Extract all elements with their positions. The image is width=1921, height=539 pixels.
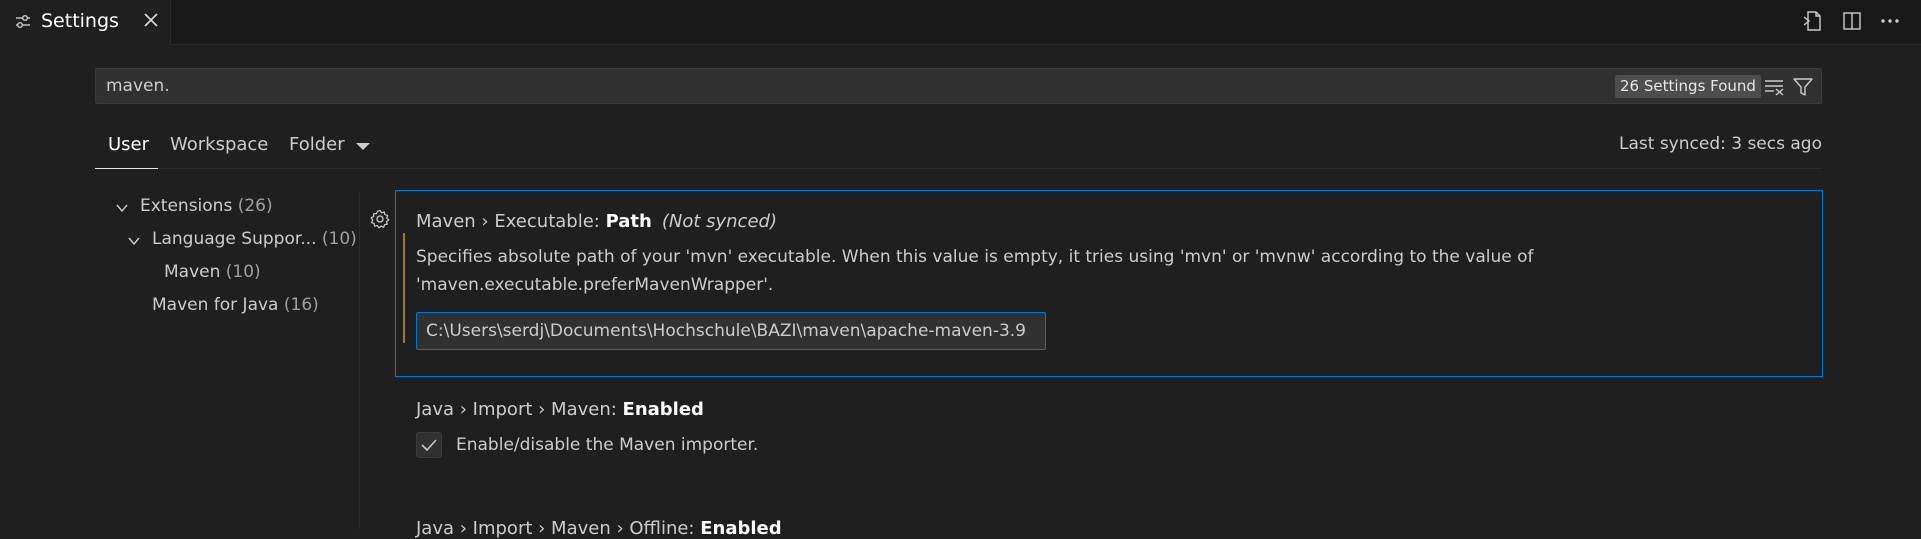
setting-category: Java › Import › Maven: xyxy=(416,399,623,420)
setting-title: Java › Import › Maven: Enabled xyxy=(416,399,704,420)
toc-item-maven-for-java[interactable]: Maven for Java (16) xyxy=(152,295,319,315)
setting-description: Specifies absolute path of your 'mvn' ex… xyxy=(416,243,1796,299)
tab-folder[interactable]: Folder xyxy=(289,134,345,155)
toc-label: Maven xyxy=(164,262,221,282)
setting-name: Path xyxy=(605,211,652,232)
toc-divider xyxy=(359,192,360,529)
tab-user[interactable]: User xyxy=(108,134,149,155)
filter-icon[interactable] xyxy=(1792,76,1814,98)
toc-label: Maven for Java xyxy=(152,295,279,315)
tab-title: Settings xyxy=(41,10,119,32)
toc-item-language-support[interactable]: Language Suppor... (10) xyxy=(152,229,357,249)
settings-search: 26 Settings Found xyxy=(95,68,1822,104)
settings-scope-tabs: User Workspace Folder Last synced: 3 sec… xyxy=(95,122,1822,169)
tab-workspace[interactable]: Workspace xyxy=(170,134,268,155)
not-synced-note: (Not synced) xyxy=(661,211,777,232)
chevron-down-icon[interactable] xyxy=(126,233,142,249)
toc-count: (26) xyxy=(237,196,273,216)
setting-name: Enabled xyxy=(622,399,704,420)
toc-item-maven[interactable]: Maven (10) xyxy=(164,262,261,282)
chevron-down-icon[interactable] xyxy=(114,200,130,216)
description-line: 'maven.executable.preferMavenWrapper'. xyxy=(416,275,774,295)
sync-status: Last synced: 3 secs ago xyxy=(1619,134,1822,154)
search-input[interactable] xyxy=(96,69,1596,103)
active-tab-indicator xyxy=(95,168,158,169)
editor-tab-bar: Settings xyxy=(0,0,1921,45)
maven-importer-checkbox[interactable] xyxy=(416,432,442,458)
settings-sliders-icon xyxy=(16,15,30,28)
toc-item-extensions[interactable]: Extensions (26) xyxy=(140,196,273,216)
tab-settings[interactable]: Settings xyxy=(0,0,171,45)
toc-count: (10) xyxy=(225,262,261,282)
setting-category: Maven › Executable: xyxy=(416,211,606,232)
setting-description: Enable/disable the Maven importer. xyxy=(456,435,759,455)
modified-indicator xyxy=(403,233,405,343)
clear-filter-icon[interactable] xyxy=(1763,76,1785,98)
maven-path-input[interactable] xyxy=(416,312,1046,350)
checkmark-icon xyxy=(421,439,437,452)
close-icon[interactable] xyxy=(141,10,161,30)
results-count-badge: 26 Settings Found xyxy=(1615,75,1761,98)
more-actions-icon[interactable] xyxy=(1877,8,1903,34)
description-line: Specifies absolute path of your 'mvn' ex… xyxy=(416,247,1534,267)
toc-label: Language Suppor... xyxy=(152,229,317,249)
setting-title: Maven › Executable: Path (Not synced) xyxy=(416,211,777,232)
toc-label: Extensions xyxy=(140,196,233,216)
chevron-down-icon[interactable] xyxy=(356,143,370,150)
open-settings-json-icon[interactable] xyxy=(1801,8,1827,34)
split-editor-icon[interactable] xyxy=(1839,8,1865,34)
gear-icon[interactable] xyxy=(369,208,391,230)
toc-count: (16) xyxy=(283,295,319,315)
toc-count: (10) xyxy=(321,229,357,249)
